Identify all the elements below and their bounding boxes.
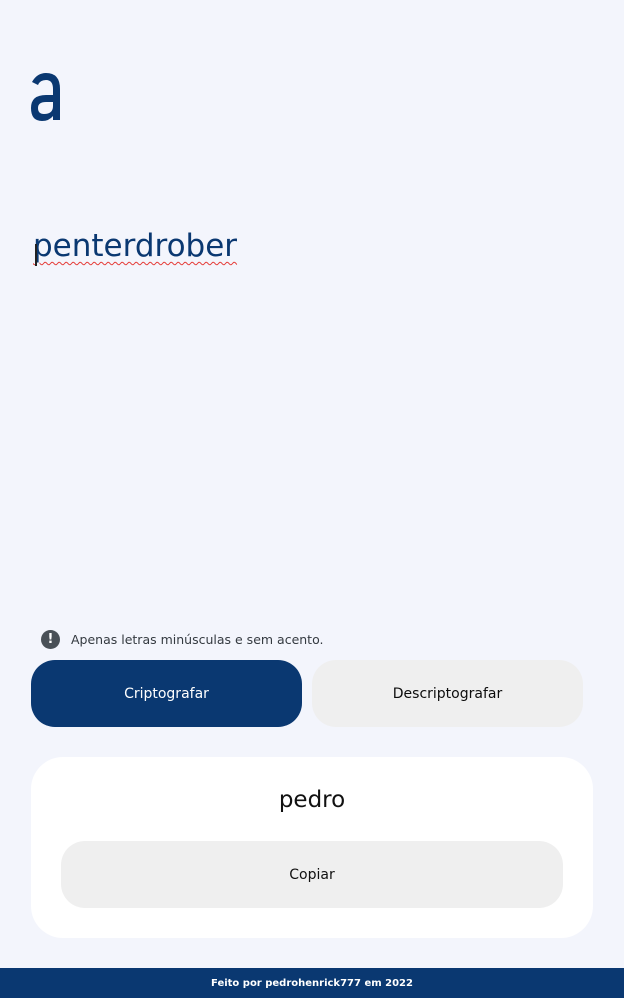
decrypt-button[interactable]: Descriptografar (312, 660, 583, 727)
footer-text: Feito por pedrohenrick777 em 2022 (211, 977, 413, 989)
output-text: pedro (278, 787, 346, 813)
exclamation-circle-icon: ! (41, 630, 60, 649)
hint-text: Apenas letras minúsculas e sem acento. (71, 632, 324, 647)
footer: Feito por pedrohenrick777 em 2022 (0, 968, 624, 998)
copy-button[interactable]: Copiar (61, 841, 563, 908)
logo-icon (29, 72, 63, 122)
message-input[interactable] (33, 224, 593, 604)
input-hint: ! Apenas letras minúsculas e sem acento. (41, 630, 323, 649)
text-caret (35, 244, 37, 266)
encrypt-button[interactable]: Criptografar (31, 660, 302, 727)
output-card: pedro Copiar (31, 757, 593, 938)
